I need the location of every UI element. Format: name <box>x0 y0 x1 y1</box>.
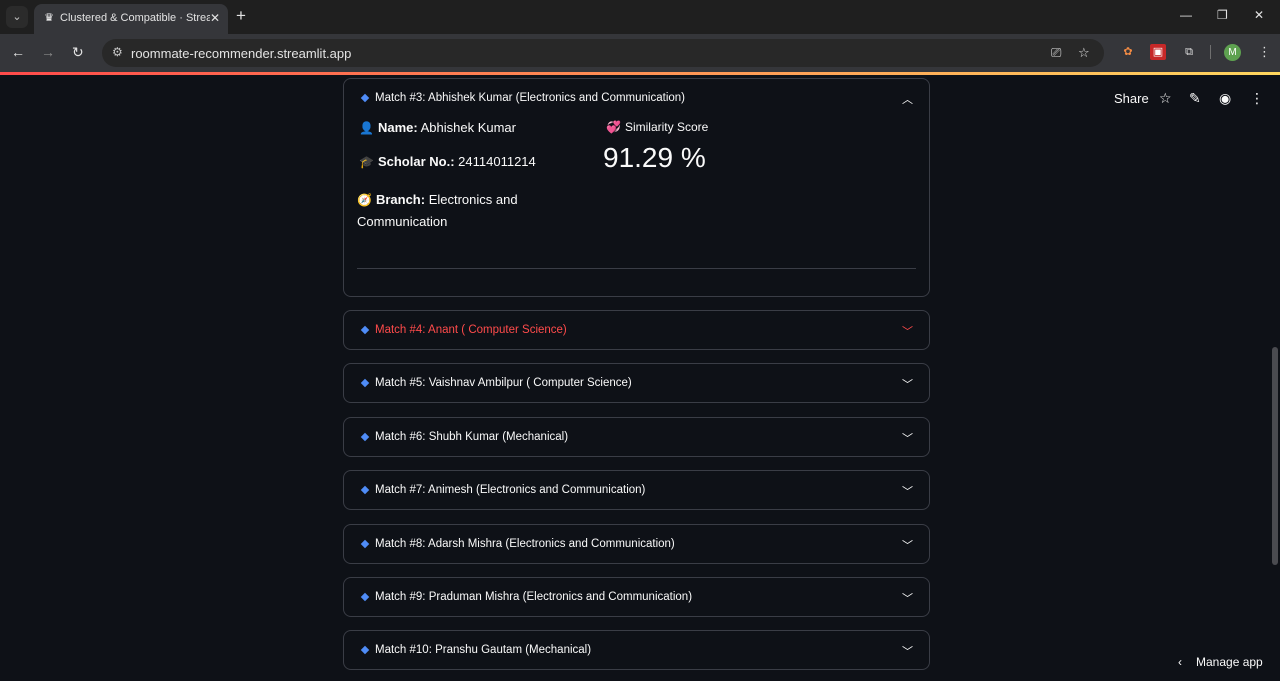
scholar-field: 🎓 Scholar No.: 24114011214 <box>359 154 536 169</box>
manage-app-button[interactable]: ‹ Manage app <box>1178 655 1263 669</box>
diamond-bullet-icon <box>360 378 370 388</box>
expander-divider <box>357 268 916 269</box>
match-expander-label: Match #3: Abhishek Kumar (Electronics an… <box>375 92 686 104</box>
match-expander-label: Match #8: Adarsh Mishra (Electronics and… <box>375 538 675 550</box>
manage-app-label: Manage app <box>1196 655 1263 669</box>
match-expander-header[interactable]: Match #4: Anant ( Computer Science) ﹀ <box>344 311 929 351</box>
name-field: 👤 Name: Abhishek Kumar <box>359 120 516 135</box>
match-expander-header[interactable]: Match #6: Shubh Kumar (Mechanical) ﹀ <box>344 418 929 458</box>
chevron-down-icon[interactable]: ﹀ <box>902 537 913 553</box>
github-icon[interactable]: ◉ <box>1219 90 1231 107</box>
chevron-left-icon: ‹ <box>1178 655 1182 669</box>
chevron-down-icon[interactable]: ﹀ <box>902 483 913 499</box>
match-expander[interactable]: Match #10: Pranshu Gautam (Mechanical) ﹀ <box>343 630 930 670</box>
match-expander-label: Match #4: Anant ( Computer Science) <box>375 324 567 336</box>
person-icon: 👤 <box>359 121 374 135</box>
similarity-score-label: 💞 Similarity Score <box>606 120 709 134</box>
compass-icon: 🧭 <box>357 193 372 207</box>
app-menu-icon[interactable]: ⋮ <box>1250 90 1264 107</box>
tab-search-button[interactable]: ⌄ <box>6 6 28 28</box>
share-button[interactable]: Share <box>1114 91 1149 106</box>
browser-tab[interactable]: ♛ Clustered & Compatible · Streamlit ✕ <box>34 4 228 34</box>
extensions-puzzle-icon[interactable]: ⧉ <box>1181 44 1197 60</box>
browser-tab-bar: ⌄ ♛ Clustered & Compatible · Streamlit ✕… <box>0 0 1280 34</box>
diamond-bullet-icon <box>360 645 370 655</box>
reload-icon[interactable]: ↻ <box>72 44 84 61</box>
profile-avatar[interactable]: M <box>1224 44 1241 61</box>
browser-toolbar: ← → ↻ ⚙ roommate-recommender.streamlit.a… <box>0 34 1280 72</box>
close-window-icon[interactable]: ✕ <box>1254 8 1264 22</box>
scholar-label: Scholar No.: <box>377 154 455 169</box>
browser-menu-icon[interactable]: ⋮ <box>1258 44 1271 60</box>
branch-field: 🧭 Branch: Electronics and Communication <box>357 189 547 232</box>
address-bar[interactable]: ⚙ roommate-recommender.streamlit.app ⎚ ☆ <box>102 39 1104 67</box>
match-expander[interactable]: Match #5: Vaishnav Ambilpur ( Computer S… <box>343 363 930 403</box>
match-expander-header[interactable]: Match #5: Vaishnav Ambilpur ( Computer S… <box>344 364 929 404</box>
edit-pencil-icon[interactable]: ✎ <box>1189 90 1201 107</box>
back-icon[interactable]: ← <box>11 44 25 60</box>
install-app-icon[interactable]: ⎚ <box>1051 45 1061 61</box>
favorite-star-icon[interactable]: ☆ <box>1159 90 1172 107</box>
match-expander[interactable]: Match #9: Praduman Mishra (Electronics a… <box>343 577 930 617</box>
match-expander-header[interactable]: Match #8: Adarsh Mishra (Electronics and… <box>344 525 929 565</box>
close-tab-icon[interactable]: ✕ <box>210 11 220 25</box>
match-expander[interactable]: Match #8: Adarsh Mishra (Electronics and… <box>343 524 930 564</box>
match-expander-header[interactable]: Match #10: Pranshu Gautam (Mechanical) ﹀ <box>344 631 929 671</box>
scholar-value: 24114011214 <box>458 154 536 169</box>
match-expander-header[interactable]: Match #7: Animesh (Electronics and Commu… <box>344 471 929 511</box>
hearts-icon: 💞 <box>606 120 621 134</box>
extension-red-icon[interactable]: ▣ <box>1150 44 1166 60</box>
match-expander[interactable]: Match #7: Animesh (Electronics and Commu… <box>343 470 930 510</box>
streamlit-favicon-icon: ♛ <box>44 12 54 24</box>
match-expander-label: Match #6: Shubh Kumar (Mechanical) <box>375 431 569 443</box>
toolbar-separator <box>1210 45 1211 59</box>
chevron-down-icon[interactable]: ﹀ <box>902 643 913 659</box>
site-info-icon[interactable]: ⚙ <box>112 45 123 59</box>
new-tab-button[interactable]: + <box>236 7 246 25</box>
diamond-bullet-icon <box>360 485 370 495</box>
chevron-down-icon[interactable]: ﹀ <box>902 323 913 339</box>
chevron-up-icon[interactable]: ︿ <box>902 91 913 107</box>
match-expander[interactable]: Match #6: Shubh Kumar (Mechanical) ﹀ <box>343 417 930 457</box>
extension-cookie-icon[interactable]: ✿ <box>1120 44 1136 60</box>
match-expander-header[interactable]: Match #3: Abhishek Kumar (Electronics an… <box>344 79 929 119</box>
similarity-score-value: 91.29 % <box>603 142 706 173</box>
forward-icon[interactable]: → <box>41 44 55 60</box>
minimize-icon[interactable]: — <box>1180 8 1192 22</box>
diamond-bullet-icon <box>360 432 370 442</box>
match-expander[interactable]: Match #4: Anant ( Computer Science) ﹀ <box>343 310 930 350</box>
match-expander-label: Match #9: Praduman Mishra (Electronics a… <box>375 591 693 603</box>
match-expander-label: Match #5: Vaishnav Ambilpur ( Computer S… <box>375 377 632 389</box>
chevron-down-icon[interactable]: ﹀ <box>902 590 913 606</box>
tab-title: Clustered & Compatible · Streamlit <box>60 12 210 24</box>
chevron-down-icon[interactable]: ﹀ <box>902 430 913 446</box>
url-text: roommate-recommender.streamlit.app <box>131 46 352 61</box>
page-scrollbar[interactable] <box>1272 347 1278 565</box>
bookmark-star-icon[interactable]: ☆ <box>1078 45 1090 61</box>
streamlit-decoration-bar <box>0 72 1280 75</box>
restore-icon[interactable]: ❐ <box>1217 8 1228 22</box>
name-label: Name: <box>377 120 418 135</box>
match-expander-label: Match #7: Animesh (Electronics and Commu… <box>375 484 646 496</box>
match-expander-header[interactable]: Match #9: Praduman Mishra (Electronics a… <box>344 578 929 618</box>
branch-label: Branch: <box>375 192 426 207</box>
match-expander-open: Match #3: Abhishek Kumar (Electronics an… <box>343 78 930 297</box>
name-value: Abhishek Kumar <box>420 120 516 135</box>
diamond-bullet-icon <box>360 592 370 602</box>
diamond-bullet-icon <box>360 93 370 103</box>
match-expander-label: Match #10: Pranshu Gautam (Mechanical) <box>375 644 592 656</box>
diamond-bullet-icon <box>360 539 370 549</box>
graduation-cap-icon: 🎓 <box>359 155 374 169</box>
chevron-down-icon[interactable]: ﹀ <box>902 376 913 392</box>
diamond-bullet-icon <box>360 325 370 335</box>
